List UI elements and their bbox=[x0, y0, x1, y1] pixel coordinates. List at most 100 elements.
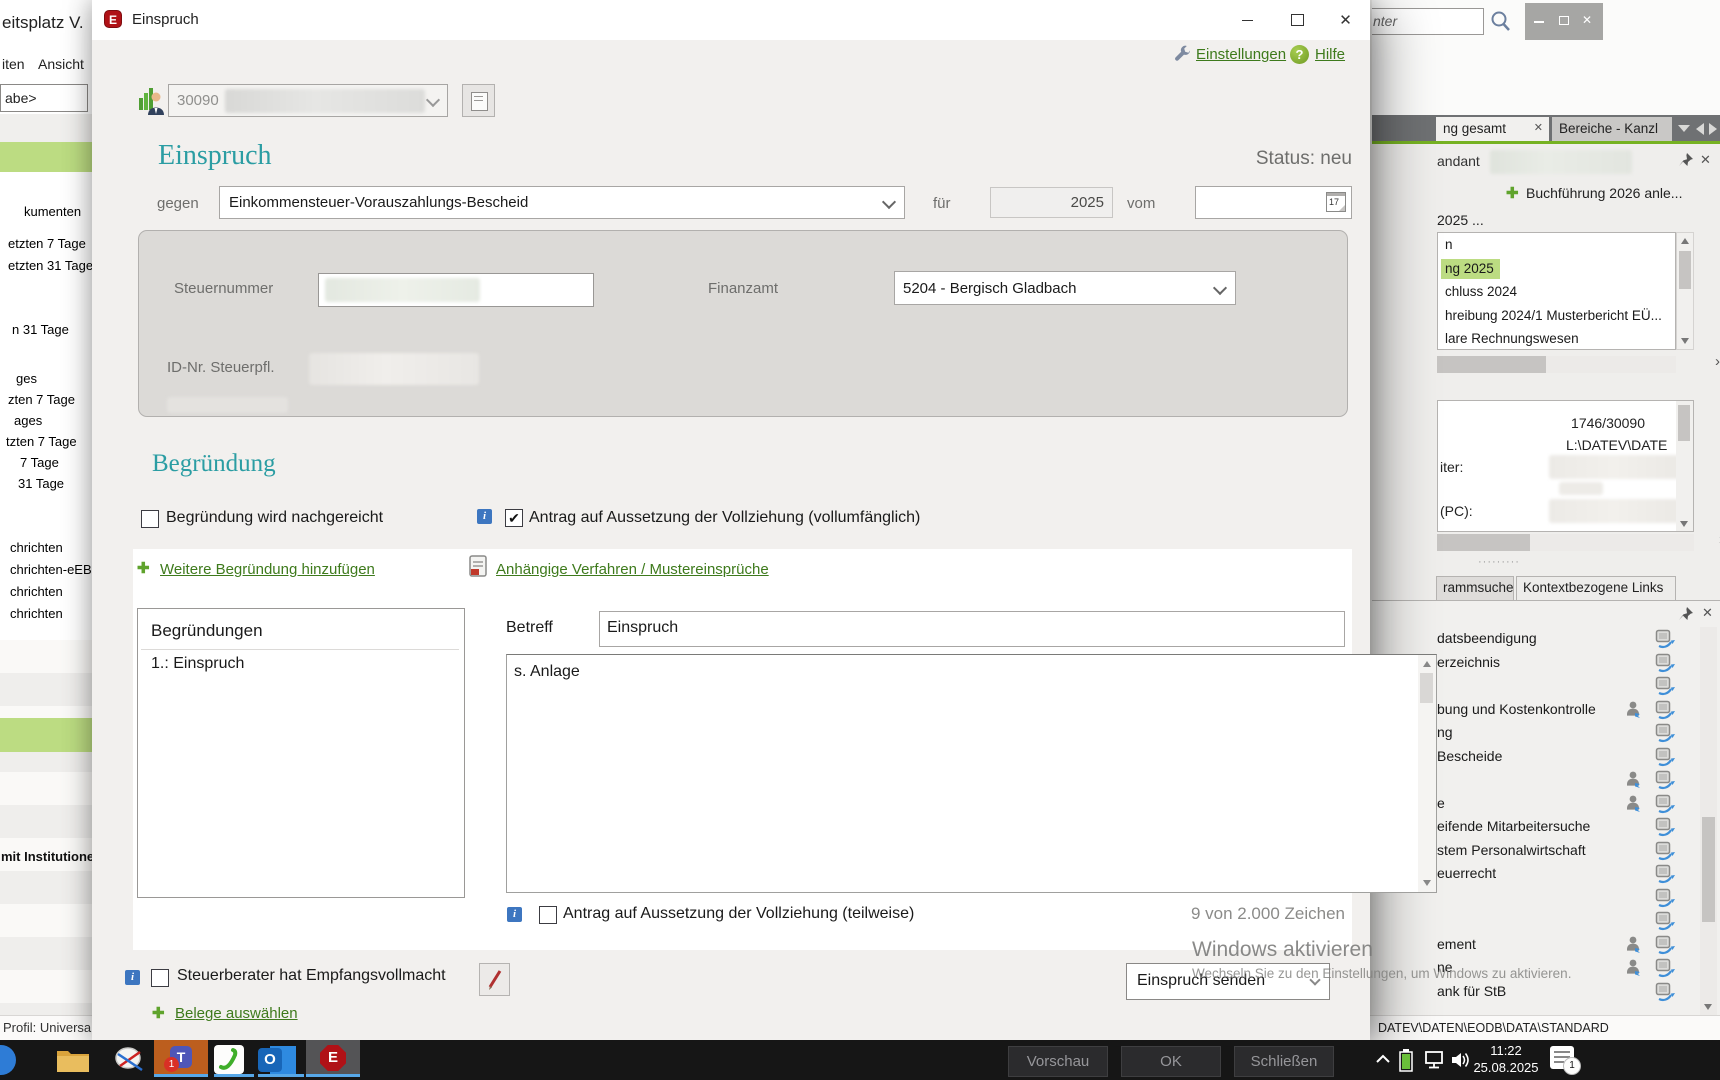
tab-kontextbezogene-links[interactable]: Kontextbezogene Links bbox=[1516, 576, 1676, 600]
battery-icon[interactable] bbox=[1398, 1048, 1414, 1072]
context-link-row[interactable]: ank für StB bbox=[1372, 980, 1702, 1004]
years-listbox[interactable]: n ng 2025 chluss 2024 hreibung 2024/1 Mu… bbox=[1437, 232, 1676, 350]
sidebar-item[interactable]: etzten 7 Tage bbox=[8, 236, 86, 251]
years-scrollbar[interactable] bbox=[1676, 232, 1694, 350]
belege-auswaehlen-link[interactable]: Belege auswählen bbox=[175, 1005, 298, 1022]
panel-close-icon[interactable]: ✕ bbox=[1700, 152, 1711, 168]
calendar-icon[interactable]: 17 bbox=[1326, 192, 1346, 212]
schliessen-button[interactable]: Schließen bbox=[1234, 1046, 1334, 1077]
sidebar-item-bold[interactable]: mit Institutione bbox=[1, 849, 92, 864]
gegen-combobox[interactable]: Einkommensteuer-Vorauszahlungs-Bescheid bbox=[219, 186, 905, 219]
textarea-scrollbar[interactable] bbox=[1418, 655, 1436, 892]
sidebar-item[interactable]: ages bbox=[14, 413, 42, 428]
weitere-begruendung-link[interactable]: Weitere Begründung hinzufügen bbox=[160, 561, 375, 578]
anhaengige-verfahren-link[interactable]: Anhängige Verfahren / Mustereinsprüche bbox=[496, 561, 769, 578]
sidebar-item[interactable]: chrichten bbox=[10, 606, 63, 621]
profile-status: Profil: Universal bbox=[3, 1020, 95, 1035]
add-buchfuehrung-link[interactable]: Buchführung 2026 anle... bbox=[1526, 185, 1682, 201]
phone-app-icon[interactable] bbox=[214, 1045, 244, 1074]
quick-entry-field[interactable]: abe> bbox=[0, 84, 88, 112]
list-item[interactable]: n bbox=[1438, 233, 1675, 257]
info-icon[interactable]: i bbox=[125, 970, 140, 985]
sidebar-item[interactable]: chrichten-eEB a bbox=[10, 562, 92, 577]
steuernummer-input[interactable] bbox=[318, 273, 594, 307]
client-detail-button[interactable] bbox=[462, 84, 495, 117]
sidebar-item[interactable]: chrichten bbox=[10, 584, 63, 599]
dialog-titlebar[interactable]: E Einspruch ✕ bbox=[92, 0, 1370, 40]
ok-button[interactable]: OK bbox=[1121, 1046, 1221, 1077]
pin-icon[interactable] bbox=[1678, 606, 1694, 622]
datum-field[interactable]: 17 bbox=[1195, 186, 1352, 219]
sidebar-item[interactable]: 7 Tage bbox=[20, 455, 59, 470]
betreff-input[interactable]: Einspruch bbox=[599, 611, 1345, 647]
begruendungen-listbox[interactable]: Begründungen 1.: Einspruch bbox=[137, 608, 465, 898]
sidebar-item[interactable]: tzten 7 Tage bbox=[6, 434, 77, 449]
aussetzung-teil-checkbox[interactable] bbox=[539, 906, 557, 924]
panel-close-icon[interactable]: ✕ bbox=[1702, 605, 1713, 621]
tab-programmsuche[interactable]: rammsuche bbox=[1436, 576, 1514, 600]
jahr-field[interactable]: 2025 bbox=[990, 187, 1113, 218]
links-scrollbar[interactable] bbox=[1700, 627, 1717, 1015]
years-hscrollbar[interactable]: › bbox=[1437, 353, 1720, 373]
sidebar-item[interactable]: etzten 31 Tage bbox=[8, 258, 92, 273]
info-icon[interactable]: i bbox=[477, 509, 492, 524]
tab-close-icon[interactable]: ✕ bbox=[1534, 121, 1543, 134]
sidebar-item[interactable]: chrichten bbox=[10, 540, 63, 555]
drag-handle-dots[interactable]: ········· bbox=[1478, 556, 1520, 568]
sidebar-item[interactable]: zten 7 Tage bbox=[8, 392, 75, 407]
teams-icon[interactable]: T 1 bbox=[154, 1040, 208, 1077]
steuerberater-checkbox[interactable] bbox=[151, 969, 169, 987]
nachgereicht-checkbox[interactable] bbox=[141, 510, 159, 528]
context-link-row[interactable]: datsbeendigung bbox=[1372, 627, 1702, 651]
search-icon[interactable] bbox=[1490, 10, 1512, 34]
close-icon[interactable]: ✕ bbox=[1582, 13, 1592, 27]
sidebar-item[interactable]: kumenten bbox=[24, 204, 81, 219]
tab-next-icon[interactable] bbox=[1709, 123, 1717, 135]
menu-item[interactable]: iten bbox=[2, 56, 25, 72]
tab-dropdown-icon[interactable] bbox=[1678, 125, 1690, 132]
list-item[interactable]: chluss 2024 bbox=[1438, 280, 1675, 304]
minimize-button[interactable] bbox=[1225, 0, 1270, 40]
context-link-row[interactable]: ement bbox=[1372, 933, 1702, 957]
finanzamt-combobox[interactable]: 5204 - Bergisch Gladbach bbox=[894, 271, 1236, 305]
tray-clock[interactable]: 11:22 25.08.2025 bbox=[1468, 1043, 1544, 1076]
list-item[interactable]: lare Rechnungswesen bbox=[1438, 327, 1675, 349]
context-link-row[interactable] bbox=[1372, 909, 1702, 933]
client-combobox[interactable]: 30090 bbox=[168, 84, 448, 117]
maximize-button[interactable] bbox=[1275, 0, 1320, 40]
network-icon[interactable] bbox=[1424, 1050, 1446, 1070]
minimize-icon[interactable] bbox=[1534, 21, 1544, 23]
info-hscrollbar[interactable]: › bbox=[1437, 531, 1720, 551]
hilfe-link[interactable]: Hilfe bbox=[1315, 46, 1345, 63]
explorer-folder-icon[interactable] bbox=[56, 1047, 90, 1074]
tab-buchfuehrung-gesamt[interactable]: ng gesamt ✕ bbox=[1436, 117, 1549, 141]
vorschau-button[interactable]: Vorschau bbox=[1008, 1046, 1108, 1077]
sidebar-item[interactable]: n 31 Tage bbox=[12, 322, 69, 337]
selected-row-highlight[interactable] bbox=[0, 142, 92, 172]
begruendung-textarea[interactable]: s. Anlage bbox=[506, 654, 1437, 893]
aussetzung-voll-checkbox[interactable]: ✔ bbox=[505, 509, 523, 527]
restore-icon[interactable] bbox=[1559, 16, 1569, 25]
tab-bereiche-kanzlei[interactable]: Bereiche - Kanzl bbox=[1552, 117, 1672, 141]
list-item[interactable]: ng 2025 bbox=[1438, 257, 1675, 281]
start-icon[interactable] bbox=[0, 1045, 16, 1075]
selected-row-highlight[interactable] bbox=[0, 718, 92, 752]
edit-button[interactable] bbox=[479, 963, 510, 996]
close-button[interactable]: ✕ bbox=[1323, 0, 1368, 40]
notification-center-icon[interactable]: 1 bbox=[1550, 1046, 1581, 1075]
pin-icon[interactable] bbox=[1678, 152, 1694, 168]
einstellungen-link[interactable]: Einstellungen bbox=[1196, 46, 1286, 63]
sidebar-item[interactable]: ges bbox=[16, 371, 37, 386]
info-icon[interactable]: i bbox=[507, 907, 522, 922]
info-scrollbar[interactable] bbox=[1676, 401, 1693, 531]
snipping-tool-icon[interactable] bbox=[112, 1044, 148, 1077]
datev-taskbar-icon[interactable]: E bbox=[306, 1040, 360, 1077]
outlook-icon[interactable]: O bbox=[258, 1044, 298, 1076]
menu-item-ansicht[interactable]: Ansicht bbox=[38, 56, 84, 72]
search-input[interactable]: nter bbox=[1372, 8, 1484, 35]
sidebar-item[interactable]: 31 Tage bbox=[18, 476, 64, 491]
list-item[interactable]: hreibung 2024/1 Musterbericht EÜ... bbox=[1438, 304, 1675, 328]
tab-prev-icon[interactable] bbox=[1696, 123, 1704, 135]
list-item[interactable]: 1.: Einspruch bbox=[151, 655, 244, 673]
tray-chevron-icon[interactable] bbox=[1374, 1052, 1392, 1066]
